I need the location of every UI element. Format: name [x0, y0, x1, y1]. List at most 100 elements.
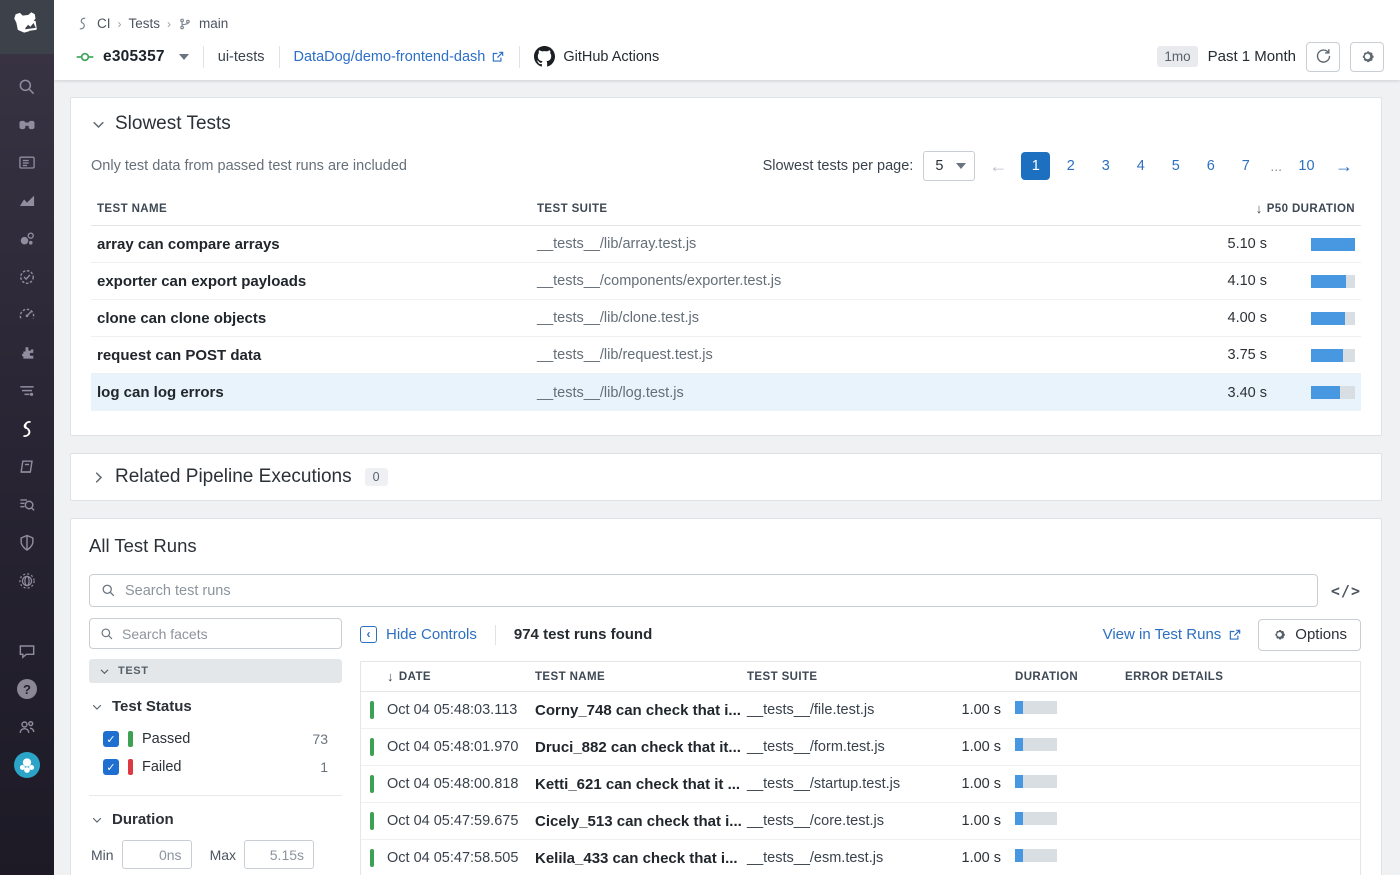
- datadog-logo[interactable]: [0, 0, 54, 54]
- divider: [202, 45, 204, 68]
- github-icon: [534, 46, 556, 67]
- table-row[interactable]: Oct 04 05:48:03.113 Corny_748 can check …: [361, 692, 1360, 729]
- logs-icon[interactable]: [0, 372, 54, 410]
- refresh-button[interactable]: [1306, 41, 1340, 72]
- monitors-icon[interactable]: [0, 258, 54, 296]
- column-test-name[interactable]: TEST NAME: [535, 671, 747, 683]
- apm-icon[interactable]: [0, 296, 54, 334]
- test-name: exporter can export payloads: [97, 272, 307, 290]
- breadcrumb-branch[interactable]: main: [199, 16, 228, 31]
- test-name: clone can clone objects: [97, 309, 267, 327]
- test-suite: __tests__/lib/request.test.js: [537, 347, 713, 363]
- page-10-button[interactable]: 10: [1292, 152, 1321, 180]
- max-duration-input[interactable]: [244, 840, 315, 869]
- column-test-suite[interactable]: TEST SUITE: [537, 203, 1171, 215]
- page-7-button[interactable]: 7: [1231, 152, 1260, 180]
- run-test-suite: __tests__/esm.test.js: [747, 850, 884, 866]
- facet-passed[interactable]: ✓ Passed 73: [89, 725, 342, 753]
- chat-icon[interactable]: [0, 632, 54, 670]
- table-row[interactable]: Oct 04 05:48:01.970 Druci_882 can check …: [361, 729, 1360, 766]
- passed-checkbox[interactable]: ✓: [103, 731, 119, 747]
- table-row-highlighted[interactable]: log can log errors __tests__/lib/log.tes…: [91, 374, 1361, 411]
- integrations-icon[interactable]: [0, 334, 54, 372]
- metrics-icon[interactable]: [0, 182, 54, 220]
- settings-button[interactable]: [1350, 41, 1384, 72]
- ci-breadcrumb-icon: [75, 16, 90, 31]
- infrastructure-icon[interactable]: [0, 220, 54, 258]
- view-in-test-runs-link[interactable]: View in Test Runs: [1103, 626, 1243, 643]
- dashboards-icon[interactable]: [0, 144, 54, 182]
- security-icon[interactable]: [0, 524, 54, 562]
- gear-icon: [1362, 51, 1374, 63]
- notebooks-icon[interactable]: [0, 448, 54, 486]
- repo-link[interactable]: DataDog/demo-frontend-dash: [294, 49, 506, 65]
- time-range-label[interactable]: Past 1 Month: [1208, 48, 1296, 65]
- commit-sha: e305357: [103, 47, 165, 65]
- column-test-name[interactable]: TEST NAME: [97, 203, 537, 215]
- table-row[interactable]: request can POST data __tests__/lib/requ…: [91, 337, 1361, 374]
- duration-bar: [1015, 812, 1057, 825]
- run-test-suite: __tests__/form.test.js: [747, 739, 885, 755]
- failed-checkbox[interactable]: ✓: [103, 759, 119, 775]
- datadog-dog-icon: [14, 12, 37, 33]
- user-avatar[interactable]: [0, 746, 54, 784]
- table-row[interactable]: Oct 04 05:47:58.505 Kelila_433 can check…: [361, 840, 1360, 875]
- table-row[interactable]: clone can clone objects __tests__/lib/cl…: [91, 300, 1361, 337]
- options-button[interactable]: Options: [1258, 618, 1361, 651]
- run-test-suite: __tests__/startup.test.js: [747, 776, 901, 792]
- passed-status-pill: [128, 731, 133, 747]
- run-date: Oct 04 05:48:01.970: [387, 739, 519, 755]
- test-name: log can log errors: [97, 384, 224, 401]
- column-error-details[interactable]: ERROR DETAILS: [1125, 671, 1360, 683]
- table-row[interactable]: Oct 04 05:47:59.675 Cicely_513 can check…: [361, 803, 1360, 840]
- page-4-button[interactable]: 4: [1126, 152, 1155, 180]
- time-badge[interactable]: 1mo: [1157, 46, 1198, 67]
- facet-test-status-toggle[interactable]: Test Status: [91, 698, 342, 715]
- table-row[interactable]: exporter can export payloads __tests__/c…: [91, 263, 1361, 300]
- chevron-right-icon: ›: [167, 16, 172, 31]
- watchdog-icon[interactable]: [0, 106, 54, 144]
- run-duration: 1.00 s: [961, 739, 1002, 755]
- column-p50-duration[interactable]: ↓ P50 DURATION: [1171, 201, 1361, 216]
- chevron-down-icon: [178, 53, 189, 60]
- search-test-runs-input[interactable]: [125, 582, 1306, 599]
- code-view-toggle[interactable]: </>: [1331, 582, 1361, 600]
- per-page-value: 5: [935, 158, 944, 174]
- ci-icon[interactable]: [0, 410, 54, 448]
- page-3-button[interactable]: 3: [1091, 152, 1120, 180]
- min-duration-input[interactable]: [121, 840, 192, 869]
- duration-bar: [1015, 849, 1057, 862]
- page-5-button[interactable]: 5: [1161, 152, 1190, 180]
- facet-failed[interactable]: ✓ Failed 1: [89, 753, 342, 781]
- column-duration[interactable]: DURATION: [1015, 671, 1125, 683]
- left-nav: ?: [0, 0, 54, 875]
- search-facets-input[interactable]: [122, 625, 331, 642]
- next-page-button[interactable]: →: [1327, 156, 1361, 177]
- breadcrumb-page[interactable]: Tests: [129, 16, 161, 31]
- facet-group-test[interactable]: TEST: [89, 659, 342, 683]
- log-search-icon[interactable]: [0, 486, 54, 524]
- slowest-tests-toggle[interactable]: Slowest Tests: [91, 113, 1361, 135]
- per-page-select[interactable]: 5: [923, 151, 976, 181]
- search-icon[interactable]: [0, 68, 54, 106]
- column-test-suite[interactable]: TEST SUITE: [747, 671, 943, 683]
- related-pipelines-toggle[interactable]: Related Pipeline Executions 0: [91, 466, 1361, 488]
- facet-duration-toggle[interactable]: Duration: [91, 811, 342, 828]
- page-1-button[interactable]: 1: [1021, 152, 1051, 180]
- page-2-button[interactable]: 2: [1056, 152, 1085, 180]
- prev-page-button[interactable]: ←: [981, 156, 1015, 177]
- network-icon[interactable]: [0, 562, 54, 600]
- page-6-button[interactable]: 6: [1196, 152, 1225, 180]
- breadcrumb-section[interactable]: CI: [97, 16, 111, 31]
- test-name: array can compare arrays: [97, 235, 280, 253]
- commit-selector[interactable]: e305357: [75, 47, 189, 67]
- table-row[interactable]: array can compare arrays __tests__/lib/a…: [91, 226, 1361, 263]
- max-label: Max: [209, 846, 237, 863]
- hide-controls-button[interactable]: ‹ Hide Controls: [360, 626, 477, 643]
- organization-icon[interactable]: [0, 708, 54, 746]
- table-row[interactable]: Oct 04 05:48:00.818 Ketti_621 can check …: [361, 766, 1360, 803]
- column-date[interactable]: ↓ DATE: [387, 669, 535, 684]
- passed-status-pill: [370, 849, 374, 867]
- help-icon[interactable]: ?: [0, 670, 54, 708]
- chevron-down-icon: [92, 704, 102, 710]
